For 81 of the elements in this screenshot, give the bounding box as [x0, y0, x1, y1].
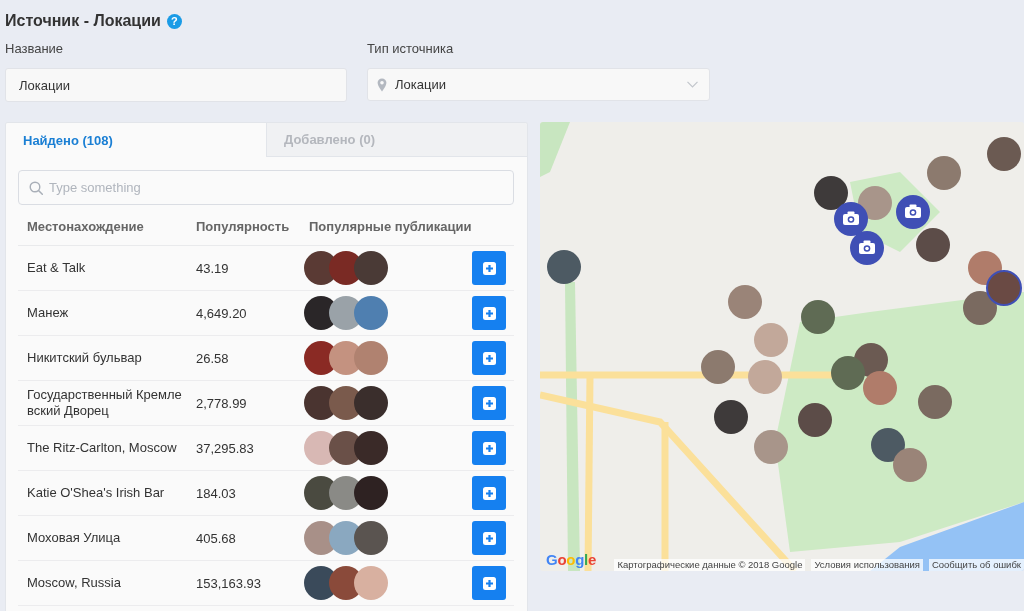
popularity-value: 2,778.99	[195, 395, 248, 411]
map-data-credit: Картографические данные © 2018 Google	[614, 559, 806, 571]
photo-thumbnail	[354, 386, 388, 420]
popularity-value: 26.58	[195, 350, 230, 366]
photo-marker[interactable]	[748, 360, 782, 394]
photo-marker[interactable]	[714, 400, 748, 434]
photo-marker[interactable]	[728, 285, 762, 319]
popularity-value: 184.03	[195, 485, 237, 501]
camera-marker-icon[interactable]	[834, 202, 868, 236]
add-button[interactable]	[472, 521, 506, 555]
add-button[interactable]	[472, 476, 506, 510]
camera-marker-icon[interactable]	[896, 195, 930, 229]
photo-marker[interactable]	[986, 270, 1022, 306]
terms-link[interactable]: Условия использования	[811, 559, 923, 571]
location-name: Katie O'Shea's Irish Bar	[26, 485, 166, 501]
photo-marker[interactable]	[754, 323, 788, 357]
photo-marker[interactable]	[831, 356, 865, 390]
plus-icon	[482, 261, 496, 275]
column-header: Популярность	[195, 218, 291, 234]
add-button[interactable]	[472, 566, 506, 600]
photo-marker[interactable]	[701, 350, 735, 384]
popularity-value: 405.68	[195, 530, 237, 546]
photo-thumbnail	[354, 566, 388, 600]
photo-thumbnail	[354, 296, 388, 330]
photo-marker[interactable]	[963, 291, 997, 325]
search-icon	[29, 181, 43, 195]
popularity-value: 4,649.20	[195, 305, 248, 321]
popularity-value: 153,163.93	[195, 575, 263, 591]
add-button[interactable]	[472, 386, 506, 420]
location-name: Eat & Talk	[26, 260, 87, 276]
photo-thumbnail	[354, 476, 388, 510]
location-name: Манеж	[26, 305, 70, 321]
location-name: Моховая Улица	[26, 530, 122, 546]
add-button[interactable]	[472, 251, 506, 285]
chevron-down-icon	[687, 81, 698, 88]
photo-marker[interactable]	[814, 176, 848, 210]
location-name: Государственный Кремлевский Дворец	[26, 387, 183, 419]
photo-marker[interactable]	[858, 186, 892, 220]
photo-marker[interactable]	[547, 250, 581, 284]
field-label: Тип источника	[367, 41, 454, 57]
photo-thumbnail	[354, 251, 388, 285]
photo-marker[interactable]	[918, 385, 952, 419]
park-area	[540, 122, 570, 177]
location-name: Moscow, Russia	[26, 575, 122, 591]
photo-marker[interactable]	[927, 156, 961, 190]
search-field[interactable]: Type something	[18, 170, 514, 205]
photo-marker[interactable]	[987, 137, 1021, 171]
plus-icon	[482, 306, 496, 320]
plus-icon	[482, 351, 496, 365]
source-type-select[interactable]: Локации	[367, 68, 710, 101]
popularity-value: 37,295.83	[195, 440, 255, 456]
map-panel[interactable]: Google Картографические данные © 2018 Google Условия использования Сообщить об ошибк	[540, 122, 1024, 571]
report-error-link[interactable]: Сообщить об ошибк	[928, 559, 1024, 571]
plus-icon	[482, 441, 496, 455]
photo-marker[interactable]	[801, 300, 835, 334]
add-button[interactable]	[472, 431, 506, 465]
name-field[interactable]: Локации	[5, 68, 347, 102]
photo-marker[interactable]	[916, 228, 950, 262]
field-label: Название	[5, 41, 64, 57]
photo-marker[interactable]	[798, 403, 832, 437]
photo-thumbnail	[354, 521, 388, 555]
popularity-value: 43.19	[195, 260, 230, 276]
photo-marker[interactable]	[863, 371, 897, 405]
page-title: Источник - Локации	[5, 11, 161, 31]
plus-icon	[482, 576, 496, 590]
location-name: Никитский бульвар	[26, 350, 143, 366]
plus-icon	[482, 486, 496, 500]
photo-thumbnail	[354, 341, 388, 375]
camera-marker-icon[interactable]	[850, 231, 884, 265]
photo-marker[interactable]	[893, 448, 927, 482]
add-button[interactable]	[472, 296, 506, 330]
plus-icon	[482, 396, 496, 410]
add-button[interactable]	[472, 341, 506, 375]
photo-marker[interactable]	[871, 428, 905, 462]
column-header: Местонахождение	[26, 218, 145, 234]
location-name: The Ritz-Carlton, Moscow	[26, 440, 178, 456]
photo-marker[interactable]	[754, 430, 788, 464]
location-pin-icon	[377, 77, 387, 92]
column-header: Популярные публикации	[308, 218, 472, 234]
photo-thumbnail	[354, 431, 388, 465]
plus-icon	[482, 531, 496, 545]
